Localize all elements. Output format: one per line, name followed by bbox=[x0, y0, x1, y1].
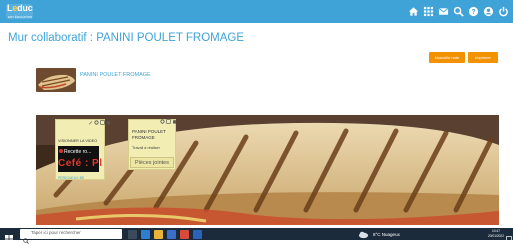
apps-grid-icon[interactable] bbox=[423, 6, 434, 17]
power-icon[interactable] bbox=[498, 6, 509, 17]
weather-text[interactable]: 8°C Nuageux bbox=[373, 232, 400, 237]
settings-icon[interactable] bbox=[160, 119, 165, 124]
note-info-subtext: Travail à réaliser bbox=[132, 146, 160, 150]
note-video-toolbar bbox=[88, 119, 111, 126]
edit-icon[interactable] bbox=[166, 119, 171, 124]
brush-icon[interactable] bbox=[88, 120, 93, 125]
delete-icon[interactable] bbox=[172, 119, 177, 124]
notification-icon[interactable] bbox=[506, 230, 512, 242]
edit-icon[interactable] bbox=[100, 120, 105, 125]
home-icon[interactable] bbox=[408, 6, 419, 17]
taskbar-search-placeholder: Taper ici pour rechercher bbox=[31, 230, 81, 235]
clock-date: 20/01/2022 bbox=[488, 233, 504, 238]
logo-text: Leduc bbox=[7, 3, 33, 13]
word-icon[interactable] bbox=[193, 229, 202, 239]
delete-icon[interactable] bbox=[106, 120, 111, 125]
new-note-button[interactable]: Nouvelle note bbox=[429, 52, 465, 63]
channel-avatar bbox=[59, 149, 63, 153]
video-title[interactable]: Recette ro... bbox=[64, 149, 91, 155]
edge-icon[interactable] bbox=[141, 229, 150, 239]
attachments-button[interactable]: Pièces jointes bbox=[130, 157, 174, 168]
settings-icon[interactable] bbox=[94, 120, 99, 125]
logo-subtitle: ENT ÉDUCATION bbox=[8, 15, 33, 19]
video-brand-text: Cefé : Pl bbox=[58, 158, 103, 169]
note-info-text: PANINI POULET FROMAGE bbox=[132, 129, 166, 140]
note-info-toolbar bbox=[160, 119, 177, 126]
svg-text:?: ? bbox=[471, 9, 475, 16]
taskbar-apps bbox=[128, 229, 202, 239]
user-icon[interactable] bbox=[483, 6, 494, 17]
task-view-icon[interactable] bbox=[128, 229, 137, 239]
windows-start-icon[interactable] bbox=[5, 230, 13, 243]
system-tray: 8°C Nuageux bbox=[358, 229, 400, 239]
mail-icon[interactable] bbox=[438, 6, 449, 17]
note-video-label: VISIONNER LA VIDEO bbox=[58, 139, 98, 143]
header-icons: ? bbox=[408, 4, 509, 19]
wall-item-title[interactable]: PANINI POULET FROMAGE bbox=[80, 72, 151, 78]
search-icon bbox=[23, 231, 29, 244]
note-video-link[interactable]: PERIGUEUX BS bbox=[58, 176, 84, 180]
chrome-icon[interactable] bbox=[180, 229, 189, 239]
wall-thumbnail[interactable] bbox=[36, 68, 76, 92]
file-explorer-icon[interactable] bbox=[154, 229, 163, 239]
wall-background-photo bbox=[36, 115, 499, 225]
print-button[interactable]: Imprimer bbox=[468, 52, 498, 63]
weather-icon[interactable] bbox=[358, 229, 369, 240]
store-icon[interactable] bbox=[167, 229, 176, 239]
page-title: Mur collaboratif : PANINI POULET FROMAGE bbox=[8, 32, 245, 44]
search-icon[interactable] bbox=[453, 6, 464, 17]
taskbar-clock[interactable]: 10:47 20/01/2022 bbox=[488, 229, 504, 238]
help-icon[interactable]: ? bbox=[468, 6, 479, 17]
